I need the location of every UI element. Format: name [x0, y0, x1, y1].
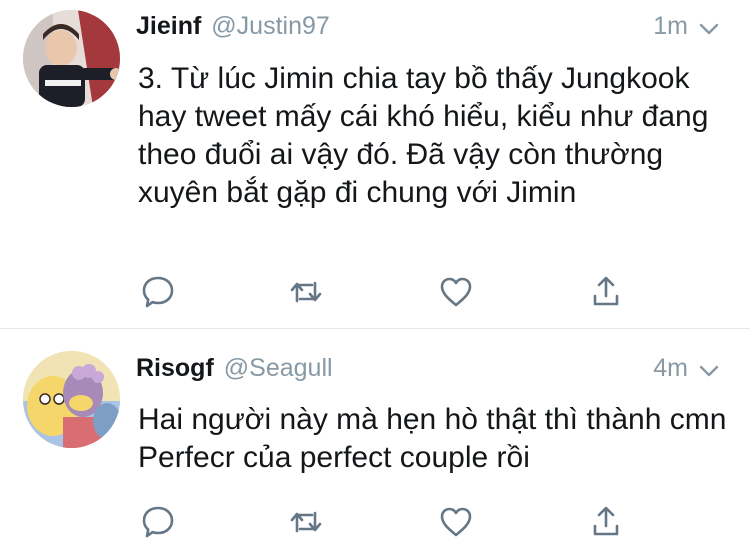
reply-icon	[140, 274, 176, 310]
tweet-text: Hai người này mà hẹn hò thật thì thành c…	[138, 403, 727, 474]
share-button[interactable]	[586, 502, 626, 542]
tweet-header: Jieinf @Justin97 1m	[136, 12, 720, 46]
avatar-image	[23, 351, 120, 448]
display-name[interactable]: Jieinf	[136, 12, 201, 41]
avatar-image	[23, 10, 120, 107]
tweet-divider	[0, 328, 750, 329]
username[interactable]: @Justin97	[211, 12, 330, 41]
username[interactable]: @Seagull	[224, 354, 333, 383]
tweet-actions	[138, 502, 628, 542]
chevron-down-icon[interactable]	[698, 360, 720, 382]
chevron-down-icon[interactable]	[698, 18, 720, 40]
timestamp[interactable]: 1m	[653, 12, 688, 41]
reply-button[interactable]	[138, 272, 178, 312]
retweet-icon	[288, 274, 324, 310]
like-button[interactable]	[436, 272, 476, 312]
share-icon	[588, 274, 624, 310]
reply-icon	[140, 504, 176, 540]
tweet[interactable]: Jieinf @Justin97 1m 3. Từ lúc Jimin chia…	[0, 0, 750, 328]
like-button[interactable]	[436, 502, 476, 542]
reply-button[interactable]	[138, 502, 178, 542]
display-name[interactable]: Risogf	[136, 354, 214, 383]
share-button[interactable]	[586, 272, 626, 312]
retweet-button[interactable]	[286, 272, 326, 312]
avatar[interactable]	[23, 351, 120, 448]
tweet-actions	[138, 272, 628, 312]
share-icon	[588, 504, 624, 540]
tweet-text: 3. Từ lúc Jimin chia tay bồ thấy Jungkoo…	[138, 62, 709, 209]
avatar[interactable]	[23, 10, 120, 107]
retweet-icon	[288, 504, 324, 540]
heart-icon	[438, 274, 474, 310]
timestamp[interactable]: 4m	[653, 354, 688, 383]
retweet-button[interactable]	[286, 502, 326, 542]
tweet[interactable]: Risogf @Seagull 4m Hai người này mà hẹn …	[0, 330, 750, 538]
heart-icon	[438, 504, 474, 540]
tweet-header: Risogf @Seagull 4m	[136, 354, 720, 388]
